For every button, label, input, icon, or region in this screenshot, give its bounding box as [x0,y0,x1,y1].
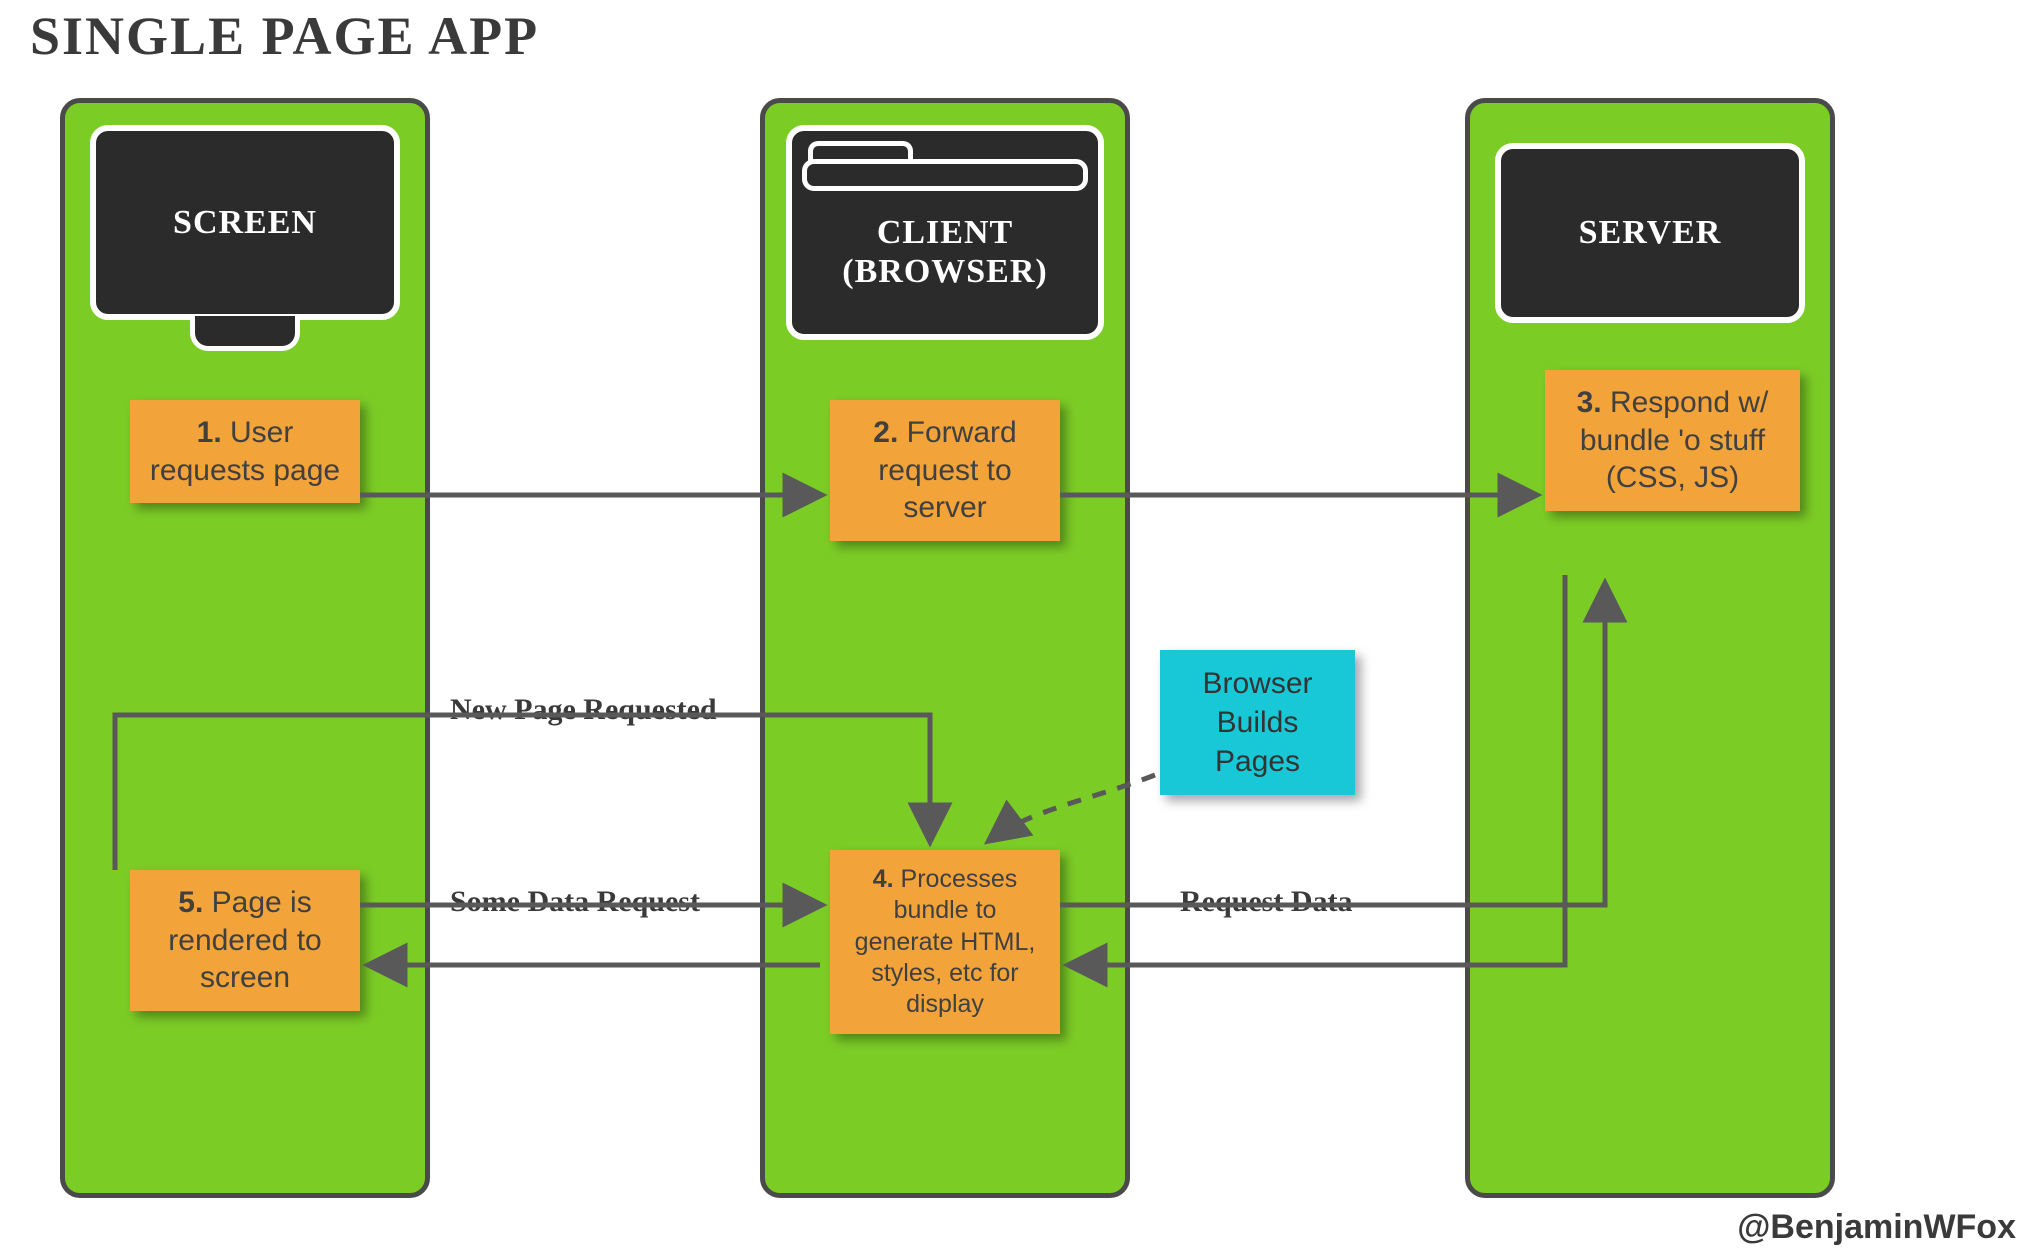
note-browser-builds: Browser Builds Pages [1160,650,1355,795]
note-step-1: 1. User requests page [130,400,360,503]
monitor-icon: SCREEN [90,125,400,351]
server-icon: SERVER [1495,143,1805,323]
column-server: SERVER [1465,98,1835,1198]
diagram-canvas: SINGLE PAGE APP SCREEN CLIENT (BROWSER) … [0,0,2036,1255]
browser-icon: CLIENT (BROWSER) [786,125,1104,340]
label-request-data: Request Data [1180,885,1353,919]
column-screen-label: SCREEN [173,203,317,242]
label-new-page-requested: New Page Requested [450,693,717,727]
diagram-title: SINGLE PAGE APP [30,5,539,67]
label-some-data-request: Some Data Request [450,885,700,919]
column-screen: SCREEN [60,98,430,1198]
column-server-label: SERVER [1579,213,1722,252]
column-client-label: CLIENT (BROWSER) [842,213,1047,291]
note-step-2: 2. Forward request to server [830,400,1060,541]
note-step-5: 5. Page is rendered to screen [130,870,360,1011]
note-step-4: 4. Processes bundle to generate HTML, st… [830,850,1060,1034]
note-step-3: 3. Respond w/ bundle 'o stuff (CSS, JS) [1545,370,1800,511]
diagram-credit: @BenjaminWFox [1737,1208,2016,1247]
